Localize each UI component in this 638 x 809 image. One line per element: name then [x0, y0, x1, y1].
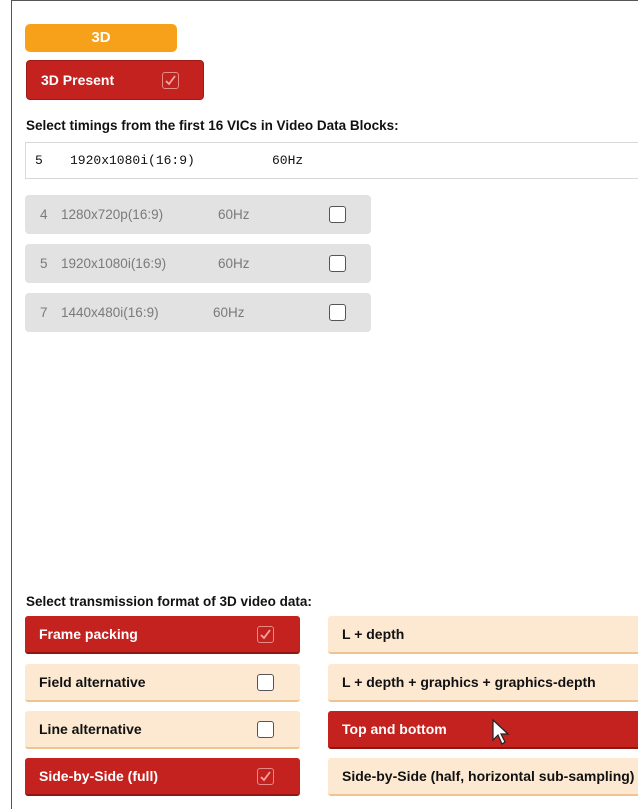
mouse-pointer-icon — [492, 718, 510, 745]
check-icon — [260, 628, 271, 639]
vic-checkbox[interactable] — [329, 206, 346, 223]
format-label: Line alternative — [39, 721, 142, 737]
format-side-by-side-full[interactable]: Side-by-Side (full) — [25, 758, 300, 796]
format-label: Field alternative — [39, 674, 146, 690]
vic-checkbox[interactable] — [329, 255, 346, 272]
vic-resolution: 1920x1080i(16:9) — [61, 256, 167, 271]
format-label: L + depth + graphics + graphics-depth — [342, 674, 596, 690]
selected-timing-display: 5 1920x1080i(16:9) 60Hz — [25, 142, 638, 179]
format-label: Top and bottom — [342, 721, 447, 737]
format-checkbox[interactable] — [257, 720, 274, 738]
vic-rate: 60Hz — [218, 256, 250, 271]
vic-number: 7 — [40, 305, 48, 320]
formats-heading: Select transmission format of 3D video d… — [26, 594, 312, 609]
vic-checkbox[interactable] — [329, 304, 346, 321]
format-frame-packing[interactable]: Frame packing — [25, 616, 300, 654]
vic-rate: 60Hz — [213, 305, 245, 320]
3d-present-checkbox[interactable] — [162, 71, 179, 89]
tab-3d[interactable]: 3D — [25, 24, 177, 52]
format-l-depth[interactable]: L + depth — [328, 616, 638, 654]
check-icon — [260, 770, 271, 781]
vic-row-4[interactable]: 4 1280x720p(16:9) 60Hz — [25, 195, 371, 234]
format-label: Frame packing — [39, 626, 138, 642]
vic-row-5[interactable]: 5 1920x1080i(16:9) 60Hz — [25, 244, 371, 283]
vic-row-7[interactable]: 7 1440x480i(16:9) 60Hz — [25, 293, 371, 332]
format-label: L + depth — [342, 626, 405, 642]
format-label: Side-by-Side (half, horizontal sub-sampl… — [342, 768, 635, 784]
format-checkbox[interactable] — [257, 625, 274, 643]
format-checkbox[interactable] — [257, 673, 274, 691]
selected-rate: 60Hz — [272, 153, 304, 168]
selected-vic: 5 — [35, 153, 43, 168]
vic-number: 5 — [40, 256, 48, 271]
vic-resolution: 1280x720p(16:9) — [61, 207, 164, 222]
format-line-alternative[interactable]: Line alternative — [25, 711, 300, 749]
3d-present-toggle[interactable]: 3D Present — [26, 60, 204, 100]
format-field-alternative[interactable]: Field alternative — [25, 664, 300, 702]
timings-heading: Select timings from the first 16 VICs in… — [26, 118, 399, 133]
format-label: Side-by-Side (full) — [39, 768, 158, 784]
3d-present-label: 3D Present — [41, 72, 115, 88]
format-top-and-bottom[interactable]: Top and bottom — [328, 711, 638, 749]
format-l-depth-graphics[interactable]: L + depth + graphics + graphics-depth — [328, 664, 638, 702]
vic-number: 4 — [40, 207, 48, 222]
selected-resolution: 1920x1080i(16:9) — [70, 153, 195, 168]
vic-rate: 60Hz — [218, 207, 250, 222]
vic-resolution: 1440x480i(16:9) — [61, 305, 159, 320]
check-icon — [165, 74, 176, 85]
format-checkbox[interactable] — [257, 767, 274, 785]
format-side-by-side-half[interactable]: Side-by-Side (half, horizontal sub-sampl… — [328, 758, 638, 796]
